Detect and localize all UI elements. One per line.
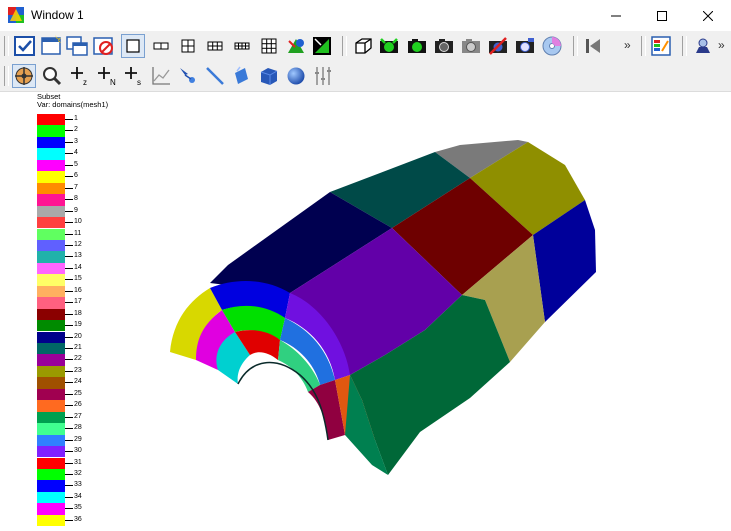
maximize-icon — [657, 10, 667, 21]
pick-zone-icon[interactable]: z — [69, 65, 91, 87]
toolbar-grip[interactable] — [4, 36, 9, 56]
zoom-icon[interactable] — [41, 65, 63, 87]
toolbar-overflow-chevron-2[interactable]: » — [718, 38, 725, 52]
title-bar: Window 1 — [0, 0, 731, 31]
svg-text:N: N — [110, 78, 116, 87]
main-toolbar: » » — [0, 31, 731, 61]
layout-1x2-icon[interactable] — [150, 35, 172, 57]
visit-app-icon — [8, 7, 24, 23]
apply-checkbox-icon[interactable] — [14, 35, 36, 57]
box-tool-icon[interactable] — [258, 65, 280, 87]
camera-green-2-icon[interactable] — [406, 35, 428, 57]
fountain-icon[interactable] — [692, 35, 714, 57]
layout-2x2-icon[interactable] — [177, 35, 199, 57]
pick-node-icon[interactable]: N — [96, 65, 118, 87]
toolbar-grip[interactable] — [4, 66, 9, 86]
delete-window-icon[interactable] — [92, 35, 114, 57]
layout-3x3-icon[interactable] — [258, 35, 280, 57]
lineout-icon[interactable] — [150, 65, 172, 87]
maximize-button[interactable] — [639, 0, 685, 31]
camera-blue-icon[interactable] — [514, 35, 536, 57]
toolbar-grip[interactable] — [641, 36, 646, 56]
toolbar-grip[interactable] — [573, 36, 578, 56]
spin-icon[interactable] — [311, 35, 333, 57]
close-icon — [703, 10, 713, 21]
toolbar-overflow-chevron[interactable]: » — [624, 38, 631, 52]
camera-black-icon[interactable] — [433, 35, 455, 57]
play-back-icon[interactable] — [582, 35, 604, 57]
layout-2x3-icon[interactable] — [204, 35, 226, 57]
interaction-toolbar: z N s — [0, 61, 731, 92]
copy-window-icon[interactable] — [66, 35, 88, 57]
axis-array-icon[interactable] — [312, 65, 334, 87]
camera-gray-icon[interactable] — [460, 35, 482, 57]
lock-view-icon[interactable] — [285, 35, 307, 57]
line-tool-icon[interactable] — [204, 65, 226, 87]
palette-icon[interactable] — [650, 35, 672, 57]
layout-1x1-icon[interactable] — [121, 34, 145, 58]
mesh-plot[interactable] — [0, 92, 731, 531]
render-viewport[interactable]: Subset Var: domains(mesh1) 1 2 3 4 5 6 7 8 9 10 11… — [0, 92, 731, 531]
plane-tool-icon[interactable] — [231, 65, 253, 87]
svg-text:z: z — [83, 78, 87, 87]
new-window-icon[interactable] — [40, 35, 62, 57]
close-button[interactable] — [685, 0, 731, 31]
camera-green-1-icon[interactable] — [378, 35, 400, 57]
cd-icon[interactable] — [541, 35, 563, 57]
camera-red-icon[interactable] — [487, 35, 509, 57]
navigate-icon[interactable] — [12, 64, 36, 88]
window-title: Window 1 — [31, 8, 84, 22]
pick-spreadsheet-icon[interactable]: s — [123, 65, 145, 87]
svg-text:s: s — [137, 78, 141, 87]
sphere-tool-icon[interactable] — [285, 65, 307, 87]
toolbar-grip[interactable] — [682, 36, 687, 56]
layout-2x4-icon[interactable] — [231, 35, 253, 57]
toolbar-grip[interactable] — [342, 36, 347, 56]
minimize-icon — [611, 15, 621, 16]
reset-view-icon[interactable] — [352, 35, 374, 57]
minimize-button[interactable] — [593, 0, 639, 31]
select-point-icon[interactable] — [177, 65, 199, 87]
